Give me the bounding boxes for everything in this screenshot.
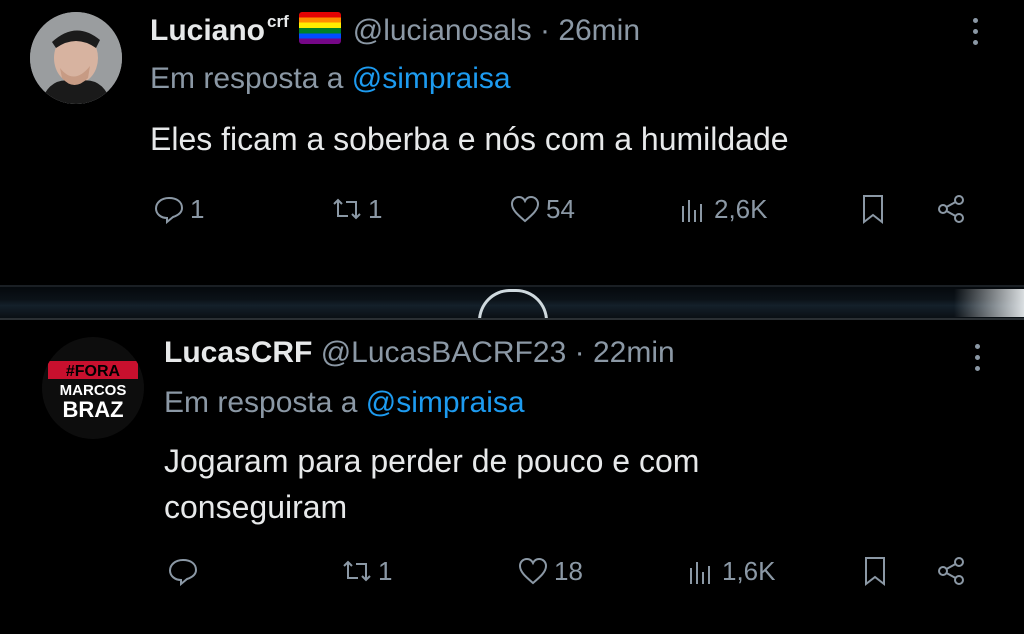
reply-context: Em resposta a @simpraisa xyxy=(150,62,511,96)
display-name[interactable]: Luciano xyxy=(150,14,265,47)
avatar-logo: #FORA MARCOS BRAZ xyxy=(42,337,144,439)
like-button[interactable]: 54 xyxy=(508,192,575,226)
screenshot-divider xyxy=(0,287,1024,336)
avatar-photo xyxy=(30,12,122,104)
action-bar: 1 1 54 2,6K xyxy=(0,192,1024,232)
avatar-text-line3: BRAZ xyxy=(62,397,123,422)
views-button[interactable]: 2,6K xyxy=(676,192,768,226)
views-bar-chart-icon xyxy=(690,562,710,584)
handle[interactable]: @lucianosals xyxy=(353,14,532,47)
avatar-text-line1: #FORA xyxy=(66,363,121,380)
views-bar-chart-icon xyxy=(682,200,702,222)
like-count: 18 xyxy=(554,555,583,586)
like-count: 54 xyxy=(546,193,575,224)
more-vertical-icon[interactable] xyxy=(970,18,980,45)
share-button[interactable] xyxy=(934,554,968,588)
views-button[interactable]: 1,6K xyxy=(684,554,776,588)
like-button[interactable]: 18 xyxy=(516,554,583,588)
share-button[interactable] xyxy=(934,192,968,226)
view-count: 1,6K xyxy=(722,555,776,586)
reply-button[interactable]: 1 xyxy=(152,192,204,226)
reply-bubble-icon xyxy=(154,196,184,225)
author-line: Luciano crf @lucianosals · 26min xyxy=(150,12,640,48)
heart-icon xyxy=(510,195,540,223)
reply-mention-link[interactable]: @simpraisa xyxy=(352,62,511,95)
tweet-card-1[interactable]: Luciano crf @lucianosals · 26min Em respos… xyxy=(0,0,1024,287)
heart-icon xyxy=(518,557,548,585)
avatar[interactable] xyxy=(30,12,122,104)
name-superscript: crf xyxy=(267,12,289,31)
view-count: 2,6K xyxy=(714,193,768,224)
reply-bubble-icon xyxy=(168,558,198,587)
reply-context: Em resposta a @simpraisa xyxy=(164,386,525,420)
share-icon xyxy=(938,557,964,585)
tweet-card-2[interactable]: #FORA MARCOS BRAZ LucasCRF @LucasBACRF23… xyxy=(0,318,1024,634)
separator-dot: · xyxy=(574,336,585,369)
display-name[interactable]: LucasCRF xyxy=(164,336,312,369)
handle[interactable]: @LucasBACRF23 xyxy=(321,336,567,369)
action-bar: 1 18 1,6K xyxy=(0,554,1024,594)
retweet-button[interactable]: 1 xyxy=(340,554,392,588)
retweet-count: 1 xyxy=(378,555,393,586)
tweet-text: Eles ficam a soberba e nós com a humilda… xyxy=(150,121,789,157)
bookmark-button[interactable] xyxy=(856,192,890,226)
reply-count: 1 xyxy=(190,193,205,224)
bookmark-icon xyxy=(863,195,883,225)
retweet-icon xyxy=(333,198,361,220)
reply-label: Em resposta a xyxy=(164,386,358,419)
bookmark-button[interactable] xyxy=(858,554,892,588)
retweet-icon xyxy=(343,560,371,582)
timestamp[interactable]: 22min xyxy=(593,336,675,369)
divider-edge xyxy=(954,289,1024,317)
reply-label: Em resposta a xyxy=(150,62,344,95)
more-vertical-icon[interactable] xyxy=(972,344,982,371)
retweet-button[interactable]: 1 xyxy=(330,192,382,226)
rainbow-flag-icon xyxy=(298,12,341,44)
separator-dot: · xyxy=(539,14,550,47)
retweet-count: 1 xyxy=(368,193,383,224)
tweet-text: Jogaram para perder de pouco e com conse… xyxy=(164,443,700,525)
share-icon xyxy=(938,195,964,223)
bookmark-icon xyxy=(865,557,885,587)
author-line: LucasCRF @LucasBACRF23 · 22min xyxy=(164,336,675,370)
avatar[interactable]: #FORA MARCOS BRAZ xyxy=(42,337,144,439)
timestamp[interactable]: 26min xyxy=(558,14,640,47)
reply-button[interactable] xyxy=(166,554,204,588)
reply-mention-link[interactable]: @simpraisa xyxy=(366,386,525,419)
